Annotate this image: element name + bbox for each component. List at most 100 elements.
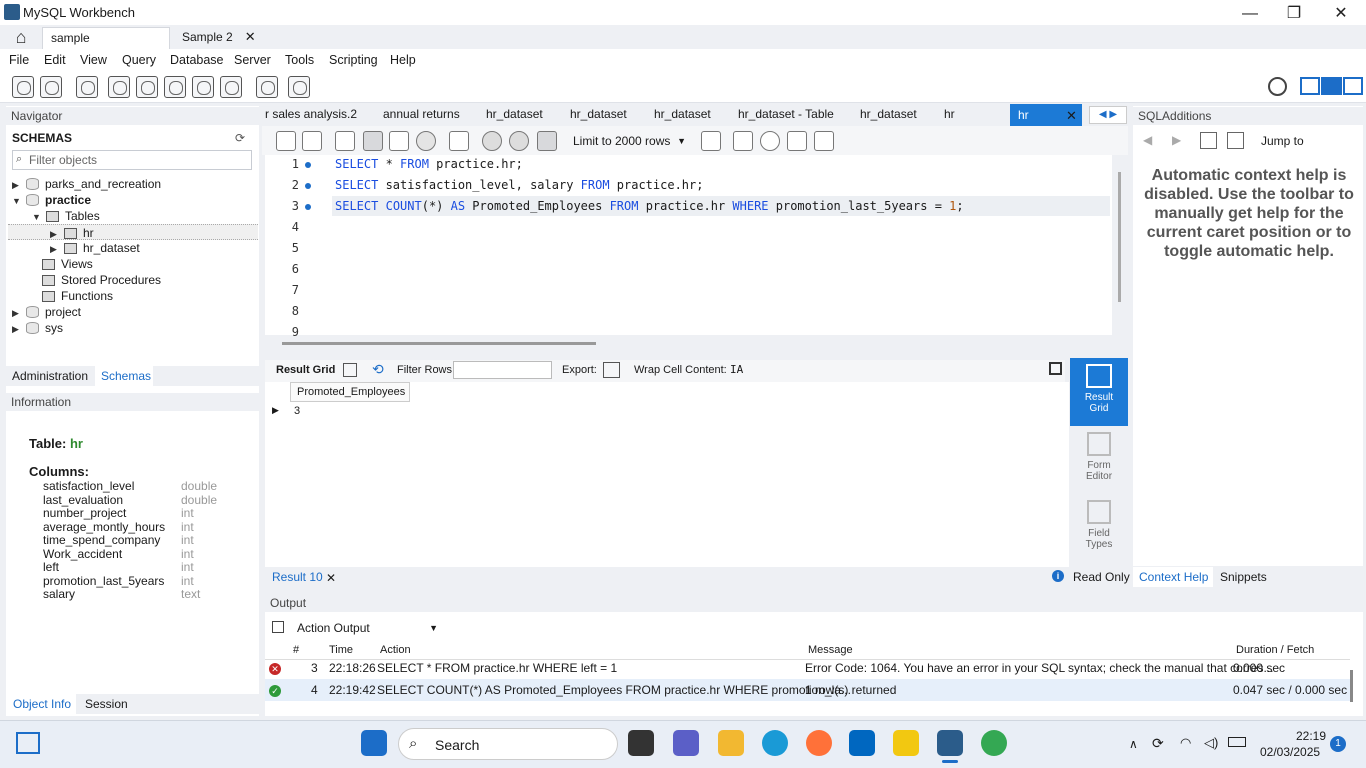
wrap-cell-icon[interactable]: IA <box>730 363 743 376</box>
taskbar-search-box[interactable]: ⌕ Search <box>398 728 618 760</box>
create-schema-icon[interactable] <box>108 76 130 98</box>
chrome-icon[interactable] <box>981 730 1007 756</box>
code-line[interactable]: SELECT COUNT(*) AS Promoted_Employees FR… <box>335 199 964 213</box>
connection-tab-sample-2[interactable]: Sample 2 ✕ <box>174 27 264 49</box>
menu-query[interactable]: Query <box>122 53 156 67</box>
teams-icon[interactable] <box>673 730 699 756</box>
editor-tab-hr[interactable]: hr <box>944 107 955 121</box>
taskbar-date[interactable]: 02/03/2025 <box>1260 745 1320 759</box>
output-row[interactable]: ✕ 3 22:18:26 SELECT * FROM practice.hr W… <box>265 657 1350 679</box>
forward-arrow-icon[interactable]: ▶ <box>1172 133 1181 147</box>
refresh-icon[interactable]: ⟲ <box>372 361 384 378</box>
file-explorer-icon[interactable] <box>718 730 744 756</box>
power-bi-icon[interactable] <box>893 730 919 756</box>
tree-tables[interactable]: ▼ Tables <box>32 208 100 224</box>
result-grid[interactable] <box>265 382 1069 567</box>
toggle-sidebar-icon[interactable] <box>1300 77 1320 95</box>
create-table-icon[interactable] <box>136 76 158 98</box>
close-tab-icon[interactable]: ✕ <box>1066 108 1077 124</box>
create-function-icon[interactable] <box>220 76 242 98</box>
settings-gear-icon[interactable] <box>1268 77 1287 96</box>
tray-chevron-up-icon[interactable]: ∧ <box>1129 737 1138 751</box>
home-icon[interactable]: ⌂ <box>6 27 36 47</box>
task-view-icon[interactable] <box>628 730 654 756</box>
editor-tab-hr-dataset-table[interactable]: hr_dataset - Table <box>738 107 834 121</box>
toggle-error-icon[interactable] <box>449 131 469 151</box>
tree-views[interactable]: Views <box>38 256 93 272</box>
taskbar-time[interactable]: 22:19 <box>1296 729 1326 743</box>
wifi-icon[interactable]: ◠ <box>1180 735 1191 751</box>
output-row[interactable]: ✓ 4 22:19:42 SELECT COUNT(*) AS Promoted… <box>265 679 1350 701</box>
tab-administration[interactable]: Administration <box>12 369 88 383</box>
menu-database[interactable]: Database <box>170 53 224 67</box>
tree-schema-parks[interactable]: ▶ parks_and_recreation <box>12 176 161 192</box>
inspector-icon[interactable] <box>76 76 98 98</box>
menu-scripting[interactable]: Scripting <box>329 53 378 67</box>
toggle-panel-icon[interactable] <box>1049 362 1062 375</box>
sync-icon[interactable]: ⟳ <box>1152 735 1164 752</box>
maximize-button[interactable]: ❐ <box>1271 0 1317 28</box>
tree-table-hr[interactable]: ▶ hr <box>8 224 258 240</box>
tree-schema-sys[interactable]: ▶ sys <box>12 320 63 336</box>
edge-browser-icon[interactable] <box>762 730 788 756</box>
tab-schemas[interactable]: Schemas <box>95 366 153 386</box>
firefox-icon[interactable] <box>806 730 832 756</box>
toggle-output-icon[interactable] <box>1321 77 1342 95</box>
toggle-secondary-sidebar-icon[interactable] <box>1343 77 1363 95</box>
editor-tab-hr-dataset[interactable]: hr_dataset <box>860 107 917 121</box>
create-view-icon[interactable] <box>164 76 186 98</box>
microsoft-store-icon[interactable] <box>849 730 875 756</box>
stop-icon[interactable] <box>416 131 436 151</box>
result-column-header[interactable]: Promoted_Employees <box>290 382 410 402</box>
windows-start-icon[interactable] <box>361 730 387 756</box>
code-line[interactable]: SELECT satisfaction_level, salary FROM p… <box>335 178 703 192</box>
grid-view-icon[interactable] <box>343 363 357 377</box>
tab-object-info[interactable]: Object Info <box>6 694 76 714</box>
find-icon[interactable] <box>760 131 780 151</box>
filter-rows-input[interactable] <box>453 361 552 379</box>
desktop-widget-icon[interactable] <box>16 732 40 754</box>
editor-tab-hr-dataset[interactable]: hr_dataset <box>654 107 711 121</box>
execute-current-icon[interactable] <box>363 131 383 151</box>
form-editor-side-button[interactable]: Form Editor <box>1070 432 1128 482</box>
tab-context-help[interactable]: Context Help <box>1133 567 1213 587</box>
execute-lightning-icon[interactable] <box>335 131 355 151</box>
add-snippet-icon[interactable] <box>701 131 721 151</box>
menu-edit[interactable]: Edit <box>44 53 66 67</box>
open-file-icon[interactable] <box>276 131 296 151</box>
notification-badge[interactable]: 1 <box>1330 736 1346 752</box>
manual-help-icon[interactable] <box>1200 132 1217 149</box>
back-arrow-icon[interactable]: ◀ <box>1143 133 1152 147</box>
commit-icon[interactable] <box>482 131 502 151</box>
rollback-icon[interactable] <box>509 131 529 151</box>
search-table-data-icon[interactable] <box>256 76 278 98</box>
close-result-icon[interactable]: ✕ <box>326 571 336 585</box>
mysql-workbench-taskbar-icon[interactable] <box>937 730 963 756</box>
close-button[interactable]: ✕ <box>1318 0 1364 28</box>
tree-stored-procedures[interactable]: Stored Procedures <box>38 272 161 288</box>
beautify-icon[interactable] <box>733 131 753 151</box>
word-wrap-icon[interactable] <box>814 131 834 151</box>
create-procedure-icon[interactable] <box>192 76 214 98</box>
output-type-select[interactable]: Action Output ▼ <box>292 618 442 638</box>
autocommit-icon[interactable] <box>537 131 557 151</box>
new-sql-tab-icon[interactable] <box>12 76 34 98</box>
tab-snippets[interactable]: Snippets <box>1220 570 1267 584</box>
copy-output-icon[interactable] <box>272 621 284 633</box>
jump-to-select[interactable]: Jump to <box>1261 134 1304 148</box>
save-file-icon[interactable] <box>302 131 322 151</box>
limit-rows-select[interactable]: Limit to 2000 rows ▼ <box>568 131 690 151</box>
output-scrollbar[interactable] <box>1350 670 1353 702</box>
menu-help[interactable]: Help <box>390 53 416 67</box>
connection-tab-sample-database[interactable]: sample database✕ <box>42 27 170 65</box>
close-tab-icon[interactable]: ✕ <box>245 29 256 44</box>
result-tab[interactable]: Result 10 <box>272 570 323 584</box>
menu-server[interactable]: Server <box>234 53 271 67</box>
menu-file[interactable]: File <box>9 53 29 67</box>
tab-session[interactable]: Session <box>85 697 128 711</box>
minimize-button[interactable]: — <box>1227 0 1273 28</box>
tree-schema-project[interactable]: ▶ project <box>12 304 81 320</box>
reconnect-icon[interactable] <box>288 76 310 98</box>
open-sql-script-icon[interactable] <box>40 76 62 98</box>
invisible-chars-icon[interactable] <box>787 131 807 151</box>
